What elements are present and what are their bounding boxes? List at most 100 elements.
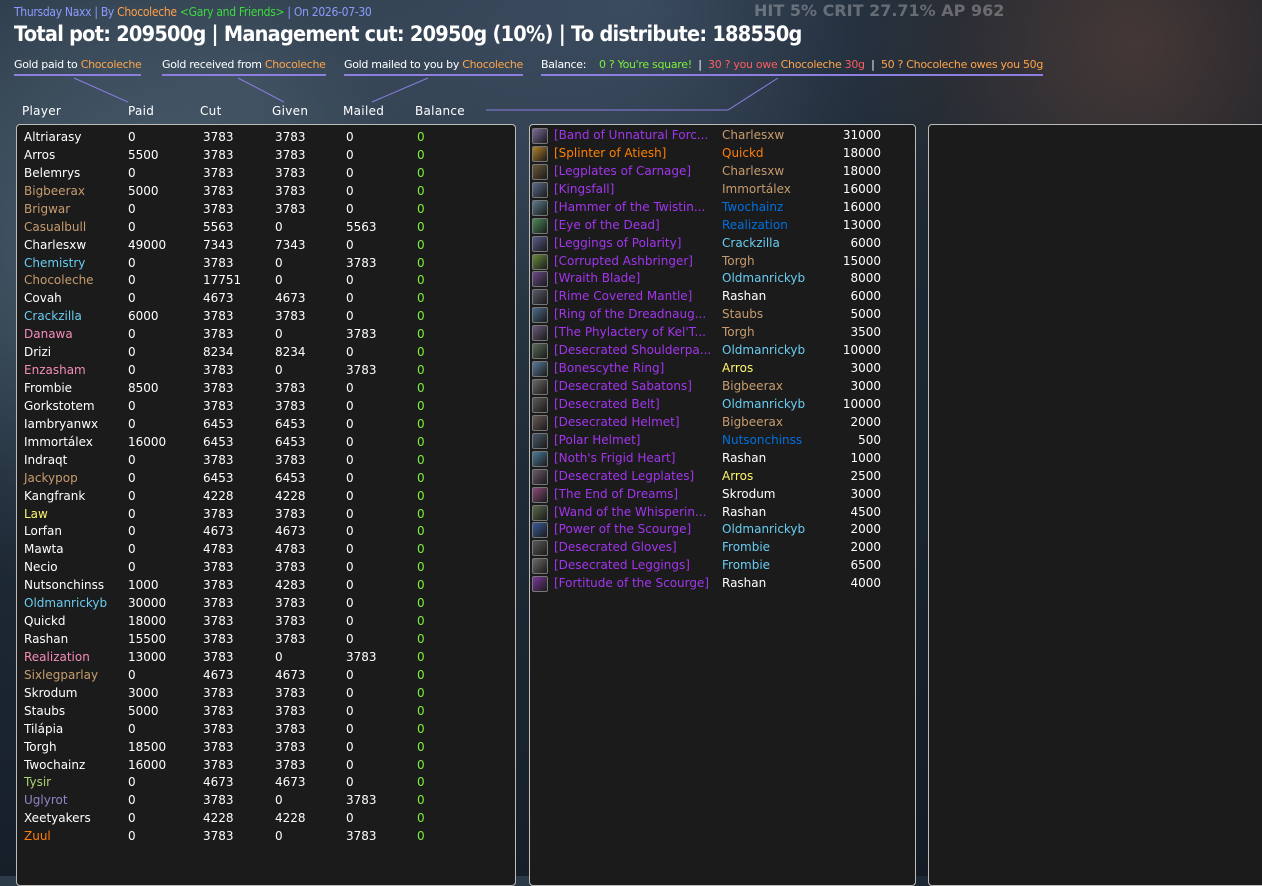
item-link[interactable]: [Wand of the Whisperin...: [554, 505, 718, 519]
player-row[interactable]: Gorkstotem 0 3783 3783 0 0: [17, 399, 507, 417]
player-row[interactable]: Casualbull 0 5563 0 5563 0: [17, 220, 507, 238]
player-row[interactable]: Enzasham 0 3783 0 3783 0: [17, 363, 507, 381]
player-row[interactable]: Skrodum 3000 3783 3783 0 0: [17, 686, 507, 704]
item-link[interactable]: [Splinter of Atiesh]: [554, 146, 718, 160]
player-row[interactable]: Zuul 0 3783 0 3783 0: [17, 829, 507, 847]
player-row[interactable]: Drizi 0 8234 8234 0 0: [17, 345, 507, 363]
player-row[interactable]: Jackypop 0 6453 6453 0 0: [17, 471, 507, 489]
player-row[interactable]: Kangfrank 0 4228 4228 0 0: [17, 489, 507, 507]
item-link[interactable]: [Eye of the Dead]: [554, 218, 718, 232]
item-link[interactable]: [Rime Covered Mantle]: [554, 289, 718, 303]
player-ledger-panel[interactable]: Altriarasy 0 3783 3783 0 0 Arros 5500 3783 3783 0 0…: [16, 124, 516, 886]
player-row[interactable]: Chemistry 0 3783 0 3783 0: [17, 256, 507, 274]
loot-row[interactable]: [Desecrated Shoulderpa... Oldmanrickyb 100…: [530, 343, 910, 361]
player-row[interactable]: Uglyrot 0 3783 0 3783 0: [17, 793, 507, 811]
player-row[interactable]: Frombie 8500 3783 3783 0 0: [17, 381, 507, 399]
column-header-paid[interactable]: Paid: [128, 104, 154, 118]
player-row[interactable]: Belemrys 0 3783 3783 0 0: [17, 166, 507, 184]
column-header-cut[interactable]: Cut: [200, 104, 222, 118]
item-link[interactable]: [Fortitude of the Scourge]: [554, 576, 718, 590]
player-row[interactable]: Sixlegparlay 0 4673 4673 0 0: [17, 668, 507, 686]
player-row[interactable]: Charlesxw 49000 7343 7343 0 0: [17, 238, 507, 256]
loot-row[interactable]: [Corrupted Ashbringer] Torgh 15000: [530, 253, 910, 272]
item-link[interactable]: [The Phylactery of Kel'T...: [554, 325, 718, 339]
loot-row[interactable]: [Desecrated Belt] Oldmanrickyb 10000: [530, 396, 910, 415]
column-header-player[interactable]: Player: [22, 104, 61, 118]
player-row[interactable]: Staubs 5000 3783 3783 0 0: [17, 704, 507, 722]
loot-row[interactable]: [Power of the Scourge] Oldmanrickyb 2000: [530, 522, 910, 540]
player-row[interactable]: Crackzilla 6000 3783 3783 0 0: [17, 309, 507, 327]
player-row[interactable]: Altriarasy 0 3783 3783 0 0: [17, 130, 507, 148]
player-row[interactable]: Law 0 3783 3783 0 0: [17, 507, 507, 525]
player-row[interactable]: Tilápia 0 3783 3783 0 0: [17, 722, 507, 740]
loot-row[interactable]: [The End of Dreams] Skrodum 3000: [530, 486, 910, 505]
loot-row[interactable]: [Polar Helmet] Nutsonchinss 500: [530, 432, 910, 451]
item-link[interactable]: [Ring of the Dreadnaug...: [554, 307, 718, 321]
loot-row[interactable]: [Desecrated Sabatons] Bigbeerax 3000: [530, 379, 910, 397]
player-row[interactable]: Indraqt 0 3783 3783 0 0: [17, 453, 507, 471]
player-row[interactable]: Mawta 0 4783 4783 0 0: [17, 542, 507, 560]
item-link[interactable]: [The End of Dreams]: [554, 487, 718, 501]
loot-row[interactable]: [Bonescythe Ring] Arros 3000: [530, 361, 910, 379]
loot-row[interactable]: [Hammer of the Twistin... Twochainz 16000: [530, 199, 910, 218]
item-link[interactable]: [Power of the Scourge]: [554, 522, 718, 536]
loot-row[interactable]: [Leggings of Polarity] Crackzilla 6000: [530, 235, 910, 254]
item-link[interactable]: [Desecrated Gloves]: [554, 540, 718, 554]
item-link[interactable]: [Legplates of Carnage]: [554, 164, 718, 178]
player-row[interactable]: Lorfan 0 4673 4673 0 0: [17, 524, 507, 542]
player-row[interactable]: Danawa 0 3783 0 3783 0: [17, 327, 507, 345]
loot-row[interactable]: [Desecrated Gloves] Frombie 2000: [530, 540, 910, 558]
loot-row[interactable]: [Wraith Blade] Oldmanrickyb 8000: [530, 271, 910, 289]
loot-row[interactable]: [Band of Unnatural Forc... Charlesxw 31000: [530, 128, 910, 146]
loot-row[interactable]: [Splinter of Atiesh] Quickd 18000: [530, 145, 910, 164]
player-row[interactable]: Quickd 18000 3783 3783 0 0: [17, 614, 507, 632]
loot-row[interactable]: [Ring of the Dreadnaug... Staubs 5000: [530, 307, 910, 325]
player-row[interactable]: Chocoleche 0 17751 0 0 0: [17, 273, 507, 291]
item-link[interactable]: [Hammer of the Twistin...: [554, 200, 718, 214]
player-row[interactable]: Brigwar 0 3783 3783 0 0: [17, 202, 507, 220]
item-link[interactable]: [Wraith Blade]: [554, 271, 718, 285]
item-link[interactable]: [Corrupted Ashbringer]: [554, 254, 718, 268]
loot-row[interactable]: [The Phylactery of Kel'T... Torgh 3500: [530, 325, 910, 343]
loot-row[interactable]: [Noth's Frigid Heart] Rashan 1000: [530, 450, 910, 469]
loot-row[interactable]: [Legplates of Carnage] Charlesxw 18000: [530, 163, 910, 182]
loot-row[interactable]: [Eye of the Dead] Realization 13000: [530, 217, 910, 236]
item-link[interactable]: [Desecrated Legplates]: [554, 469, 718, 483]
loot-row[interactable]: [Rime Covered Mantle] Rashan 6000: [530, 289, 910, 307]
player-row[interactable]: Twochainz 16000 3783 3783 0 0: [17, 758, 507, 776]
item-link[interactable]: [Desecrated Shoulderpa...: [554, 343, 718, 357]
loot-row[interactable]: [Wand of the Whisperin... Rashan 4500: [530, 504, 910, 523]
player-row[interactable]: Torgh 18500 3783 3783 0 0: [17, 740, 507, 758]
player-row[interactable]: Arros 5500 3783 3783 0 0: [17, 148, 507, 166]
player-row[interactable]: Covah 0 4673 4673 0 0: [17, 291, 507, 309]
item-link[interactable]: [Kingsfall]: [554, 182, 718, 196]
loot-list-panel[interactable]: [Band of Unnatural Forc... Charlesxw 31000…: [529, 124, 916, 886]
item-link[interactable]: [Desecrated Belt]: [554, 397, 718, 411]
column-header-given[interactable]: Given: [272, 104, 308, 118]
item-link[interactable]: [Leggings of Polarity]: [554, 236, 718, 250]
player-row[interactable]: Tysir 0 4673 4673 0 0: [17, 775, 507, 793]
player-row[interactable]: Iambryanwx 0 6453 6453 0 0: [17, 417, 507, 435]
loot-row[interactable]: [Desecrated Helmet] Bigbeerax 2000: [530, 414, 910, 433]
item-link[interactable]: [Bonescythe Ring]: [554, 361, 718, 375]
loot-row[interactable]: [Desecrated Leggings] Frombie 6500: [530, 558, 910, 576]
player-row[interactable]: Realization 13000 3783 0 3783 0: [17, 650, 507, 668]
column-header-balance[interactable]: Balance: [415, 104, 465, 118]
player-row[interactable]: Bigbeerax 5000 3783 3783 0 0: [17, 184, 507, 202]
item-link[interactable]: [Noth's Frigid Heart]: [554, 451, 718, 465]
player-row[interactable]: Xeetyakers 0 4228 4228 0 0: [17, 811, 507, 829]
loot-row[interactable]: [Kingsfall] Immortálex 16000: [530, 181, 910, 200]
column-header-mailed[interactable]: Mailed: [343, 104, 384, 118]
item-link[interactable]: [Polar Helmet]: [554, 433, 718, 447]
player-row[interactable]: Necio 0 3783 3783 0 0: [17, 560, 507, 578]
player-row[interactable]: Oldmanrickyb 30000 3783 3783 0 0: [17, 596, 507, 614]
item-link[interactable]: [Desecrated Sabatons]: [554, 379, 718, 393]
item-link[interactable]: [Desecrated Helmet]: [554, 415, 718, 429]
player-row[interactable]: Nutsonchinss 1000 3783 4283 0 0: [17, 578, 507, 596]
loot-row[interactable]: [Desecrated Legplates] Arros 2500: [530, 468, 910, 487]
player-row[interactable]: Immortálex 16000 6453 6453 0 0: [17, 435, 507, 453]
player-row[interactable]: Rashan 15500 3783 3783 0 0: [17, 632, 507, 650]
item-link[interactable]: [Band of Unnatural Forc...: [554, 128, 718, 142]
item-link[interactable]: [Desecrated Leggings]: [554, 558, 718, 572]
loot-row[interactable]: [Fortitude of the Scourge] Rashan 4000: [530, 576, 910, 594]
